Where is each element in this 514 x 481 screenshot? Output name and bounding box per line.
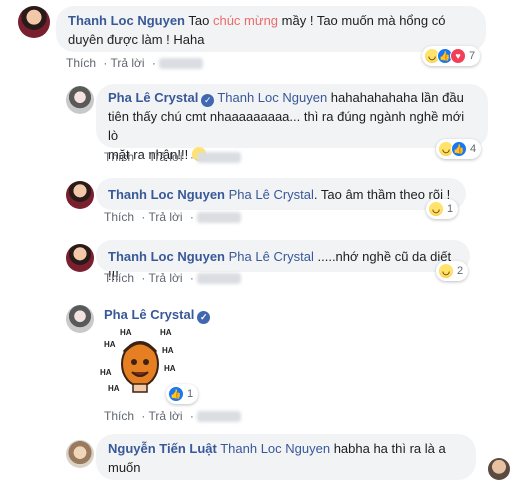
- reaction-count: 1: [187, 388, 194, 400]
- reaction-summary[interactable]: ◡ 2: [436, 261, 469, 281]
- timestamp[interactable]: [159, 58, 204, 70]
- comment-text: mầy ! Tao muốn mà hổng có: [278, 13, 446, 28]
- avatar[interactable]: [66, 244, 94, 272]
- like-link[interactable]: Thích: [104, 210, 134, 224]
- highlighted-text: chúc mừng: [212, 13, 279, 28]
- comment-author[interactable]: Pha Lê Crystal: [108, 90, 198, 105]
- reaction-summary[interactable]: ◡ 1: [426, 199, 459, 219]
- like-link[interactable]: Thích: [104, 271, 134, 285]
- comment-text: Tao: [188, 13, 213, 28]
- reaction-summary[interactable]: ◡ 👍 4: [436, 139, 482, 159]
- reaction-summary[interactable]: 👍 1: [166, 384, 199, 404]
- comment-bubble: Thanh Loc Nguyen Pha Lê Crystal. Tao âm …: [96, 178, 466, 210]
- reaction-count: 2: [457, 265, 464, 277]
- haha-reaction-icon: ◡: [428, 201, 444, 217]
- comment-actions: Thích · Trả lời ·: [104, 271, 245, 285]
- timestamp[interactable]: [197, 273, 242, 285]
- mention-link[interactable]: Pha Lê Crystal: [229, 187, 314, 202]
- reaction-count: 4: [470, 143, 477, 155]
- reply-link[interactable]: Trả lời: [148, 271, 182, 285]
- like-link[interactable]: Thích: [104, 150, 134, 164]
- comment-bubble: Thanh Loc Nguyen Tao chúc mừng mầy ! Tao…: [56, 6, 486, 52]
- verified-badge-icon: ✓: [201, 94, 215, 107]
- timestamp[interactable]: [197, 411, 242, 423]
- like-link[interactable]: Thích: [104, 409, 134, 423]
- comment-text: muốn: [108, 460, 141, 475]
- reply-link[interactable]: Trả lời: [148, 210, 182, 224]
- timestamp[interactable]: [197, 152, 242, 164]
- like-link[interactable]: Thích: [66, 56, 96, 70]
- comment-author[interactable]: Thanh Loc Nguyen: [108, 187, 225, 202]
- comment-actions: Thích · Trả lời ·: [104, 150, 245, 164]
- sticker-image[interactable]: HA HA HA HA HA HA HA: [100, 326, 178, 398]
- comment-bubble: Pha Lê Crystal ✓ Thanh Loc Nguyen hahahaha…: [96, 84, 488, 163]
- chat-head-avatar[interactable]: [488, 458, 510, 480]
- sticker-text: HA: [160, 328, 172, 337]
- sticker-text: HA: [120, 328, 132, 337]
- reaction-count: 7: [469, 50, 476, 62]
- like-reaction-icon: 👍: [168, 386, 184, 402]
- reply-link[interactable]: Trả lời: [110, 56, 144, 70]
- comment-bubble: Nguyễn Tiến Luật Thanh Loc Nguyen habha …: [96, 434, 476, 480]
- reaction-summary[interactable]: ◡ 👍 ♥ 7: [422, 46, 481, 66]
- sticker-text: HA: [104, 340, 116, 349]
- reply-link[interactable]: Trả lời: [148, 409, 182, 423]
- avatar[interactable]: [66, 86, 94, 114]
- comment-text: duyên được làm ! Haha: [68, 32, 205, 47]
- avatar[interactable]: [66, 440, 94, 468]
- sticker-text: HA: [162, 346, 174, 355]
- sticker-text: HA: [164, 364, 176, 373]
- comment-actions: Thích · Trả lời ·: [104, 409, 245, 423]
- reply-link[interactable]: Trả lời: [148, 150, 182, 164]
- comment-author[interactable]: Thanh Loc Nguyen: [68, 13, 185, 28]
- comment-author[interactable]: Thanh Loc Nguyen: [108, 249, 225, 264]
- haha-reaction-icon: ◡: [438, 263, 454, 279]
- comment-actions: Thích · Trả lời ·: [66, 56, 207, 70]
- mention-link[interactable]: Thanh Loc Nguyen: [220, 441, 330, 456]
- avatar[interactable]: [66, 181, 94, 209]
- love-reaction-icon: ♥: [450, 48, 466, 64]
- mention-link[interactable]: Pha Lê Crystal: [229, 249, 314, 264]
- comment-bubble: Thanh Loc Nguyen Pha Lê Crystal .....nhớ…: [96, 240, 470, 283]
- timestamp[interactable]: [197, 212, 242, 224]
- comment-text: habha ha thì ra là a: [330, 441, 446, 456]
- comment-actions: Thích · Trả lời ·: [104, 210, 245, 224]
- mention-link[interactable]: Thanh Loc Nguyen: [217, 90, 327, 105]
- avatar[interactable]: [18, 6, 50, 38]
- reaction-count: 1: [447, 203, 454, 215]
- avatar[interactable]: [66, 305, 94, 333]
- comment-author[interactable]: Nguyễn Tiến Luật: [108, 441, 217, 456]
- comment-text: tiên thấy chú cmt nhaaaaaaaaa... thì ra …: [108, 109, 465, 143]
- sticker-text: HA: [108, 384, 120, 393]
- comment-author-label: Pha Lê Crystal: [104, 307, 195, 322]
- verified-badge-icon: ✓: [197, 311, 211, 324]
- comment-author[interactable]: Pha Lê Crystal ✓: [104, 307, 213, 324]
- comment-text: hahahahahaha lần đầu: [327, 90, 464, 105]
- like-reaction-icon: 👍: [451, 141, 467, 157]
- sticker-text: HA: [100, 368, 112, 377]
